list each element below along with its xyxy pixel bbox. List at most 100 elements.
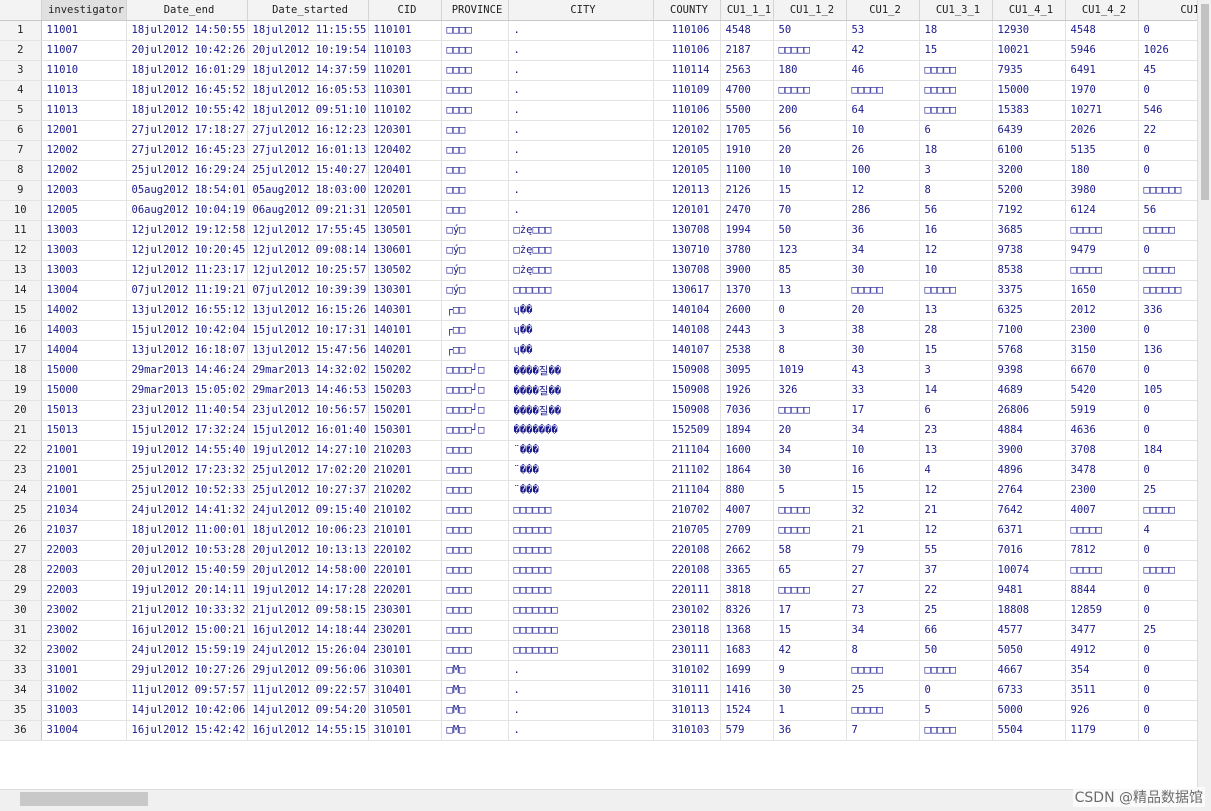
table-cell[interactable]: 13003 [41, 260, 127, 281]
table-cell[interactable]: 16 [846, 460, 920, 481]
table-cell[interactable]: 24jul2012 14:41:32 [126, 500, 248, 521]
table-cell[interactable]: 13jul2012 16:55:12 [126, 300, 248, 321]
table-cell[interactable]: 21001 [41, 460, 127, 481]
table-cell[interactable]: 8 [773, 340, 847, 361]
table-cell[interactable]: 7100 [992, 320, 1066, 341]
table-cell[interactable]: 7935 [992, 60, 1066, 81]
table-cell[interactable]: 180 [773, 60, 847, 81]
table-cell[interactable]: 1600 [720, 440, 774, 461]
table-cell[interactable]: 36 [773, 720, 847, 741]
table-cell[interactable]: 6325 [992, 300, 1066, 321]
table-cell[interactable]: 16jul2012 14:18:44 [247, 620, 369, 641]
table-cell[interactable]: 3 [919, 160, 993, 181]
table-cell[interactable]: 7016 [992, 540, 1066, 561]
table-cell[interactable]: □□□□ [441, 480, 509, 501]
table-cell[interactable]: ┌□□ [441, 300, 509, 321]
table-row[interactable]: 1 11001 18jul2012 14:50:55 18jul2012 11:15:… [0, 20, 1197, 41]
row-number[interactable]: 30 [0, 600, 42, 621]
table-cell[interactable]: 120402 [368, 140, 442, 161]
column-header-cid[interactable]: CID [368, 0, 442, 21]
table-cell[interactable]: □□□□ [441, 520, 509, 541]
table-cell[interactable]: 9479 [1065, 240, 1139, 261]
table-cell[interactable]: □□□□□ [1138, 500, 1197, 521]
table-cell[interactable]: 55 [919, 540, 993, 561]
table-cell[interactable]: 0 [1138, 140, 1197, 161]
table-cell[interactable]: □□□□□ [919, 100, 993, 121]
row-number[interactable]: 18 [0, 360, 42, 381]
table-cell[interactable]: 12jul2012 11:23:17 [126, 260, 248, 281]
table-cell[interactable]: 6439 [992, 120, 1066, 141]
row-number[interactable]: 26 [0, 520, 42, 541]
table-cell[interactable]: □□□□□ [1065, 560, 1139, 581]
table-cell[interactable]: 27jul2012 17:18:27 [126, 120, 248, 141]
table-cell[interactable]: 20 [773, 140, 847, 161]
table-cell[interactable]: 31002 [41, 680, 127, 701]
table-cell[interactable]: 25jul2012 17:23:32 [126, 460, 248, 481]
table-cell[interactable]: 4007 [1065, 500, 1139, 521]
table-cell[interactable]: 123 [773, 240, 847, 261]
table-cell[interactable]: □ý□ [441, 240, 509, 261]
horizontal-scrollbar[interactable] [0, 789, 1197, 811]
table-cell[interactable]: 14002 [41, 300, 127, 321]
table-cell[interactable]: 5 [919, 700, 993, 721]
table-cell[interactable]: 14jul2012 10:42:06 [126, 700, 248, 721]
table-row[interactable]: 36 31004 16jul2012 15:42:42 16jul2012 14:55… [0, 720, 1197, 741]
table-cell[interactable]: □□□□□□ [508, 560, 654, 581]
table-cell[interactable]: 3900 [720, 260, 774, 281]
table-cell[interactable]: □□□□□ [919, 80, 993, 101]
table-cell[interactable]: □□□□ [441, 40, 509, 61]
table-cell[interactable]: 20 [773, 420, 847, 441]
table-cell[interactable]: 29mar2013 14:46:24 [126, 360, 248, 381]
table-cell[interactable]: 46 [846, 60, 920, 81]
table-row[interactable]: 19 15000 29mar2013 15:05:02 29mar2013 14:46… [0, 380, 1197, 401]
table-cell[interactable]: 15000 [41, 380, 127, 401]
table-cell[interactable]: 6124 [1065, 200, 1139, 221]
table-cell[interactable]: 286 [846, 200, 920, 221]
table-cell[interactable]: . [508, 100, 654, 121]
table-cell[interactable]: 5768 [992, 340, 1066, 361]
table-cell[interactable]: 5000 [992, 700, 1066, 721]
table-cell[interactable]: 3477 [1065, 620, 1139, 641]
table-row[interactable]: 25 21034 24jul2012 14:41:32 24jul2012 09:15… [0, 500, 1197, 521]
table-cell[interactable]: 0 [1138, 240, 1197, 261]
table-cell[interactable]: □M□ [441, 720, 509, 741]
table-cell[interactable]: 6100 [992, 140, 1066, 161]
table-cell[interactable]: □□□ [441, 120, 509, 141]
table-cell[interactable]: 21jul2012 09:58:15 [247, 600, 369, 621]
table-cell[interactable]: □□□□ [441, 620, 509, 641]
table-cell[interactable]: 3375 [992, 280, 1066, 301]
table-cell[interactable]: □M□ [441, 660, 509, 681]
table-cell[interactable]: . [508, 180, 654, 201]
table-cell[interactable]: 336 [1138, 300, 1197, 321]
row-number[interactable]: 33 [0, 660, 42, 681]
row-number[interactable]: 4 [0, 80, 42, 101]
table-cell[interactable]: 210203 [368, 440, 442, 461]
table-cell[interactable]: 220108 [653, 540, 721, 561]
row-number[interactable]: 10 [0, 200, 42, 221]
row-number[interactable]: 21 [0, 420, 42, 441]
table-cell[interactable]: 11013 [41, 100, 127, 121]
table-cell[interactable]: 15 [846, 480, 920, 501]
table-cell[interactable]: 21001 [41, 440, 127, 461]
table-cell[interactable]: 0 [1138, 80, 1197, 101]
table-cell[interactable]: 211104 [653, 440, 721, 461]
table-cell[interactable]: □□□□□ [773, 520, 847, 541]
table-cell[interactable]: □żę□□□ [508, 240, 654, 261]
table-cell[interactable]: 58 [773, 540, 847, 561]
table-cell[interactable]: 10 [773, 160, 847, 181]
table-cell[interactable]: 0 [1138, 680, 1197, 701]
table-cell[interactable]: 14 [919, 380, 993, 401]
table-cell[interactable]: ɥ�� [508, 340, 654, 361]
table-cell[interactable]: 152509 [653, 420, 721, 441]
table-cell[interactable]: 14003 [41, 320, 127, 341]
table-cell[interactable]: 3980 [1065, 180, 1139, 201]
table-cell[interactable]: 29mar2013 14:32:02 [247, 360, 369, 381]
table-row[interactable]: 22 21001 19jul2012 14:55:40 19jul2012 14:27… [0, 440, 1197, 461]
table-cell[interactable]: 3708 [1065, 440, 1139, 461]
table-cell[interactable]: 1 [773, 700, 847, 721]
table-cell[interactable]: 27 [846, 560, 920, 581]
table-cell[interactable]: 12002 [41, 140, 127, 161]
table-cell[interactable]: ¨��� [508, 460, 654, 481]
column-header-cu1-4-2[interactable]: CU1_4_2 [1065, 0, 1139, 21]
table-cell[interactable]: 220111 [653, 580, 721, 601]
